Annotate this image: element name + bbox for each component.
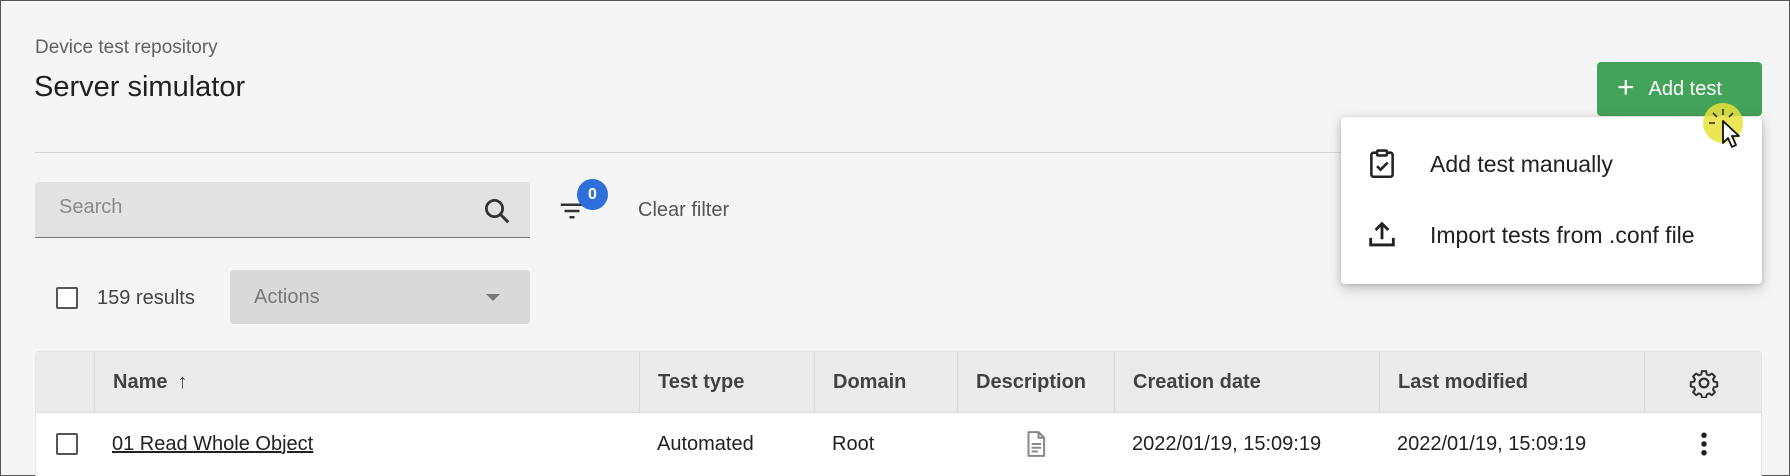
document-icon[interactable]: [1021, 429, 1051, 459]
table-header: Name ↑ Test type Domain Description Crea…: [36, 352, 1761, 413]
search-icon[interactable]: [482, 196, 512, 226]
column-header-last-modified[interactable]: Last modified: [1379, 352, 1644, 413]
cell-creation-date: 2022/01/19, 15:09:19: [1132, 432, 1322, 455]
more-vertical-icon[interactable]: [1689, 429, 1719, 459]
menu-item-add-test-manually[interactable]: Add test manually: [1341, 134, 1762, 194]
menu-item-label: Add test manually: [1430, 150, 1613, 177]
add-test-menu: Add test manually Import tests from .con…: [1341, 117, 1762, 284]
sort-ascending-icon: ↑: [177, 371, 188, 393]
cell-domain: Root: [832, 432, 875, 455]
test-name-link[interactable]: 01 Read Whole Object: [112, 433, 313, 456]
add-test-label: Add test: [1648, 77, 1722, 100]
tests-table: Name ↑ Test type Domain Description Crea…: [35, 351, 1762, 476]
chevron-down-icon: [486, 294, 500, 301]
column-header-name[interactable]: Name ↑: [94, 352, 639, 413]
breadcrumb: Device test repository: [35, 37, 218, 58]
column-header-domain[interactable]: Domain: [814, 352, 957, 413]
search-box[interactable]: [35, 182, 530, 238]
clipboard-check-icon: [1370, 149, 1394, 179]
filter-count-badge: 0: [577, 179, 608, 210]
cell-name: 01 Read Whole Object: [94, 413, 639, 475]
column-header-test-type[interactable]: Test type: [639, 352, 814, 413]
clear-filter-button[interactable]: Clear filter: [638, 199, 729, 222]
cell-description: [957, 413, 1114, 475]
row-more-menu[interactable]: [1644, 413, 1763, 475]
gear-icon[interactable]: [1689, 368, 1719, 398]
results-count: 159 results: [97, 287, 195, 309]
page-title: Server simulator: [34, 71, 246, 103]
select-all-checkbox[interactable]: [56, 287, 78, 309]
plus-icon: +: [1617, 71, 1635, 104]
row-checkbox[interactable]: [56, 433, 78, 455]
mouse-cursor-icon: [1703, 103, 1743, 148]
header-divider: [35, 152, 1495, 153]
column-header-description[interactable]: Description: [957, 352, 1114, 413]
header-checkbox-cell: [36, 352, 94, 413]
column-settings-cell[interactable]: [1644, 352, 1763, 413]
actions-label: Actions: [254, 285, 320, 308]
actions-dropdown[interactable]: Actions: [230, 270, 530, 324]
menu-item-import-tests[interactable]: Import tests from .conf file: [1341, 205, 1762, 265]
cell-test-type: Automated: [657, 432, 754, 455]
table-row[interactable]: 01 Read Whole Object Automated Root 2022…: [36, 413, 1761, 475]
menu-item-label: Import tests from .conf file: [1430, 221, 1695, 248]
cell-last-modified: 2022/01/19, 15:09:19: [1397, 432, 1587, 455]
search-input[interactable]: [59, 196, 439, 219]
column-header-creation-date[interactable]: Creation date: [1114, 352, 1379, 413]
upload-icon: [1369, 221, 1395, 247]
